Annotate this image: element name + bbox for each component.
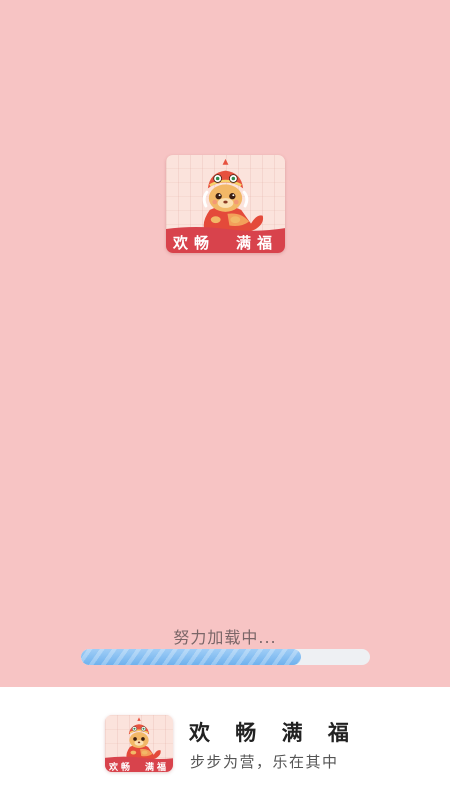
loading-progress-bar [81, 649, 370, 665]
logo-banner-text: 欢畅 满福 [166, 232, 285, 253]
app-logo: 欢畅 满福 [166, 155, 285, 253]
splash-screen: 欢畅 满福 努力加载中... [0, 0, 450, 687]
app-slogan: 步步为营，乐在其中 [190, 753, 339, 771]
app-name: 欢 畅 满 福 [189, 721, 358, 745]
progress-fill [81, 649, 301, 665]
loading-text: 努力加载中... [173, 628, 277, 647]
footer-app-icon: 欢畅 满福 [105, 715, 173, 772]
logo-banner-text: 欢畅 满福 [105, 760, 173, 772]
